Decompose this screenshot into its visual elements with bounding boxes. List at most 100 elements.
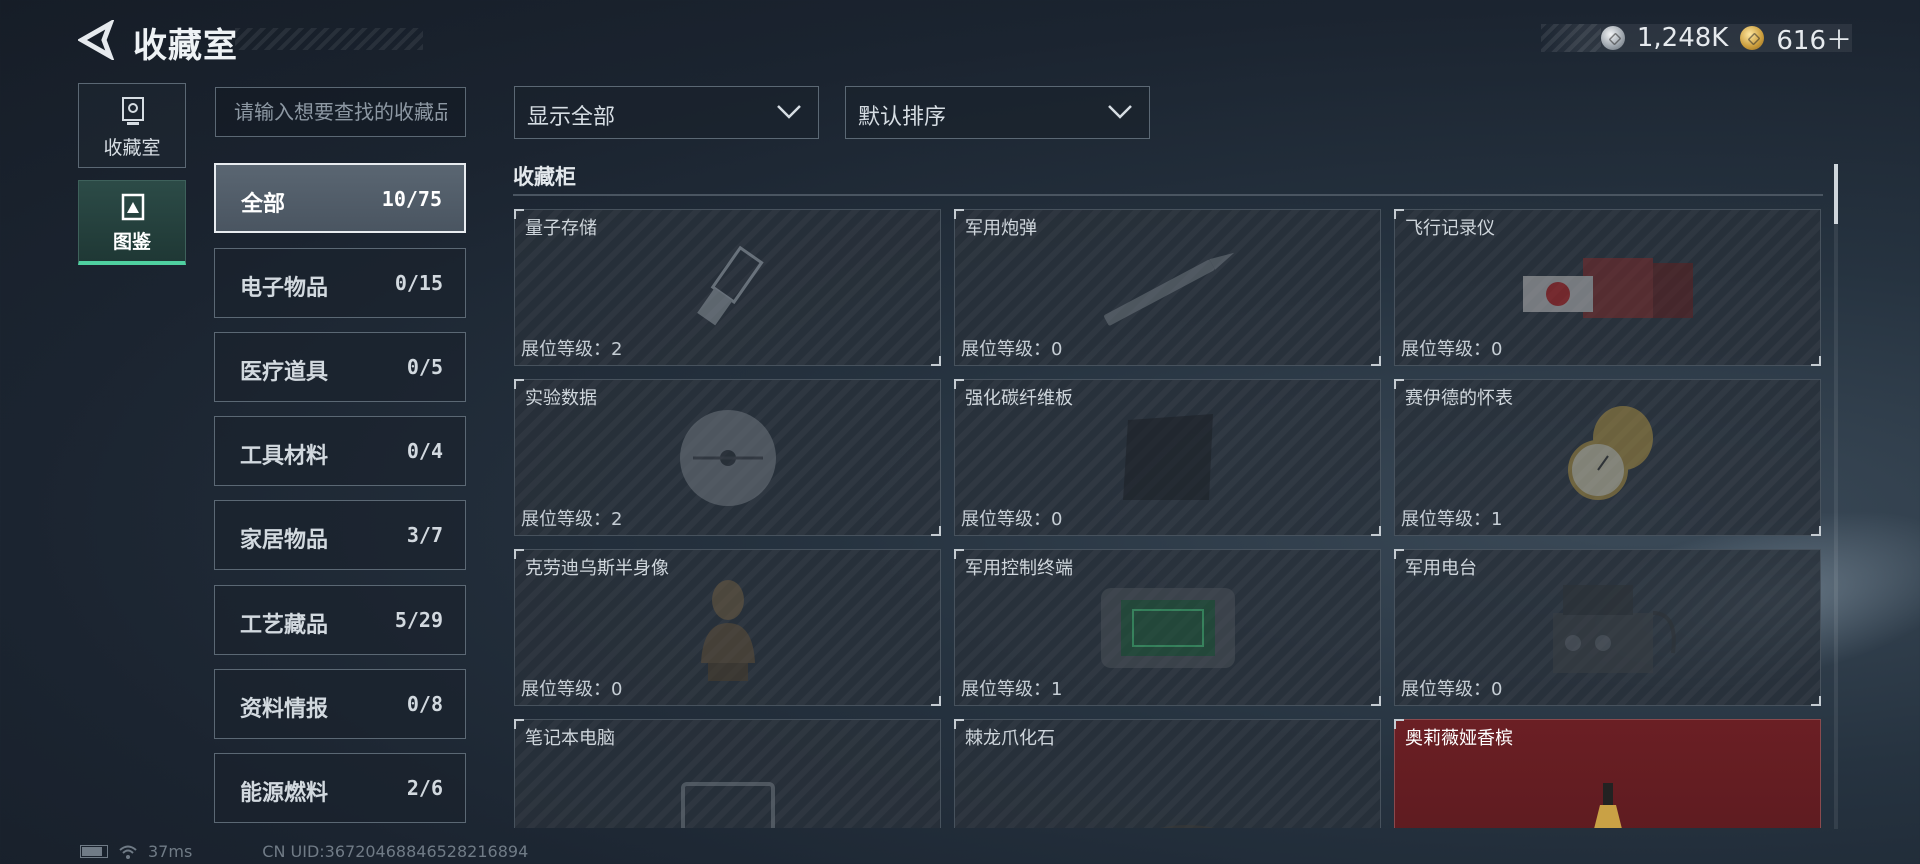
item-name: 量子存储 [525,218,597,239]
category-count: 0/8 [406,692,443,716]
bust-icon [700,579,755,681]
category-label: 工艺藏品 [240,613,329,638]
champagne-bottle-icon [1593,783,1622,828]
category-all[interactable]: 全部 10/75 [214,163,466,233]
nav-codex-label: 图鉴 [112,231,151,253]
item-name: 奥莉薇娅香槟 [1405,728,1513,749]
category-count: 3/7 [406,523,443,547]
category-count: 0/5 [406,355,443,379]
category-household[interactable]: 家居物品 3/7 [214,500,466,570]
codex-icon [121,193,145,221]
item-level: 展位等级：0 [1401,339,1503,360]
nav-codex[interactable]: 图鉴 [78,180,186,265]
collection-card[interactable]: 强化碳纤维板 展位等级：0 [954,379,1381,536]
collection-card[interactable]: 量子存储 展位等级：2 [514,209,941,366]
item-level: 展位等级：1 [1401,509,1503,530]
item-level: 展位等级：0 [961,509,1063,530]
item-level: 展位等级：2 [521,509,623,530]
status-bar: 37ms CN UID:36720468846528216894 [80,842,528,861]
item-name: 克劳迪乌斯半身像 [525,558,669,579]
claw-fossil-icon [1159,825,1215,828]
collection-card[interactable]: 军用炮弹 展位等级：0 [954,209,1381,366]
collection-card[interactable]: 赛伊德的怀表 展位等级：1 [1394,379,1821,536]
item-name: 军用控制终端 [965,558,1073,579]
category-label: 工具材料 [240,444,329,469]
category-label: 医疗道具 [240,360,329,385]
control-terminal-icon [1100,587,1235,668]
pocket-watch-icon [1567,405,1653,500]
chevron-down-icon [1108,105,1132,119]
chevron-down-icon [777,105,801,119]
usb-drive-icon [696,245,764,325]
silver-coin-amount: 1,248K [1636,23,1729,53]
page-title: 收藏室 [133,26,238,66]
category-energy[interactable]: 能源燃料 2/6 [214,753,466,823]
category-crafts[interactable]: 工艺藏品 5/29 [214,585,466,655]
flight-recorder-icon [1522,257,1693,318]
category-count: 0/15 [394,271,443,295]
radio-icon [1552,584,1676,673]
item-level: 展位等级：0 [1401,679,1503,700]
item-level: 展位等级：1 [961,679,1063,700]
item-name: 赛伊德的怀表 [1405,388,1513,409]
collection-card[interactable]: 飞行记录仪 展位等级：0 [1394,209,1821,366]
category-count: 5/29 [394,608,443,632]
nav-collection-room-label: 收藏室 [103,137,161,159]
wifi-icon [119,845,137,859]
carbon-plate-icon [1122,413,1213,500]
currency-decoration [1540,24,1601,52]
sort-dropdown[interactable]: 默认排序 [845,86,1150,139]
item-level: 展位等级：0 [961,339,1063,360]
category-count: 10/75 [381,187,442,211]
category-count: 2/6 [406,776,443,800]
collection-card[interactable]: 军用电台 展位等级：0 [1394,549,1821,706]
collection-card[interactable]: 实验数据 展位等级：2 [514,379,941,536]
item-name: 实验数据 [525,388,597,409]
section-divider [513,194,1823,196]
item-name: 军用炮弹 [965,218,1037,239]
currency-bar: 1,248K 616＋ [1540,23,1852,56]
collection-card[interactable]: 克劳迪乌斯半身像 展位等级：0 [514,549,941,706]
item-name: 棘龙爪化石 [965,728,1055,749]
category-electronics[interactable]: 电子物品 0/15 [214,248,466,318]
category-intel[interactable]: 资料情报 0/8 [214,669,466,739]
collection-card[interactable]: 军用控制终端 展位等级：1 [954,549,1381,706]
collection-grid: 量子存储 展位等级：2 军用炮弹 展位等级：0 飞行记录仪 展位等级：0 实验数… [514,209,1822,828]
gold-coin-amount[interactable]: 616＋ [1776,20,1852,57]
category-count: 0/4 [406,439,443,463]
scrollbar-track[interactable] [1834,164,1838,829]
category-label: 全部 [241,192,286,217]
gold-coin-icon [1740,26,1765,50]
item-level: 展位等级：2 [521,339,623,360]
category-medical[interactable]: 医疗道具 0/5 [214,332,466,402]
item-name: 笔记本电脑 [525,728,615,749]
display-filter-dropdown[interactable]: 显示全部 [514,86,819,139]
sort-value: 默认排序 [858,105,947,130]
section-title: 收藏柜 [513,165,576,189]
search-input[interactable] [215,87,466,137]
category-label: 资料情报 [240,697,329,722]
user-uid: CN UID:36720468846528216894 [262,842,529,861]
scrollbar-thumb[interactable] [1834,164,1838,224]
collection-room-icon [122,97,144,125]
title-decoration [235,28,423,50]
disc-icon [679,409,776,506]
ping-value: 37ms [148,842,193,861]
item-name: 飞行记录仪 [1405,218,1495,239]
collection-card[interactable]: 棘龙爪化石 [954,719,1381,828]
battery-icon [80,845,108,858]
category-label: 电子物品 [240,276,329,301]
back-arrow-icon[interactable] [78,20,114,60]
laptop-icon [680,781,775,828]
silver-coin-icon [1600,26,1625,50]
item-name: 军用电台 [1405,558,1477,579]
collection-card[interactable]: 笔记本电脑 [514,719,941,828]
category-tools[interactable]: 工具材料 0/4 [214,416,466,486]
category-label: 能源燃料 [240,781,329,806]
shell-icon [1103,252,1234,325]
item-name: 强化碳纤维板 [965,388,1073,409]
category-label: 家居物品 [240,528,329,553]
collection-card-highlighted[interactable]: 奥莉薇娅香槟 [1394,719,1821,828]
display-filter-value: 显示全部 [527,105,616,130]
nav-collection-room[interactable]: 收藏室 [78,83,186,168]
